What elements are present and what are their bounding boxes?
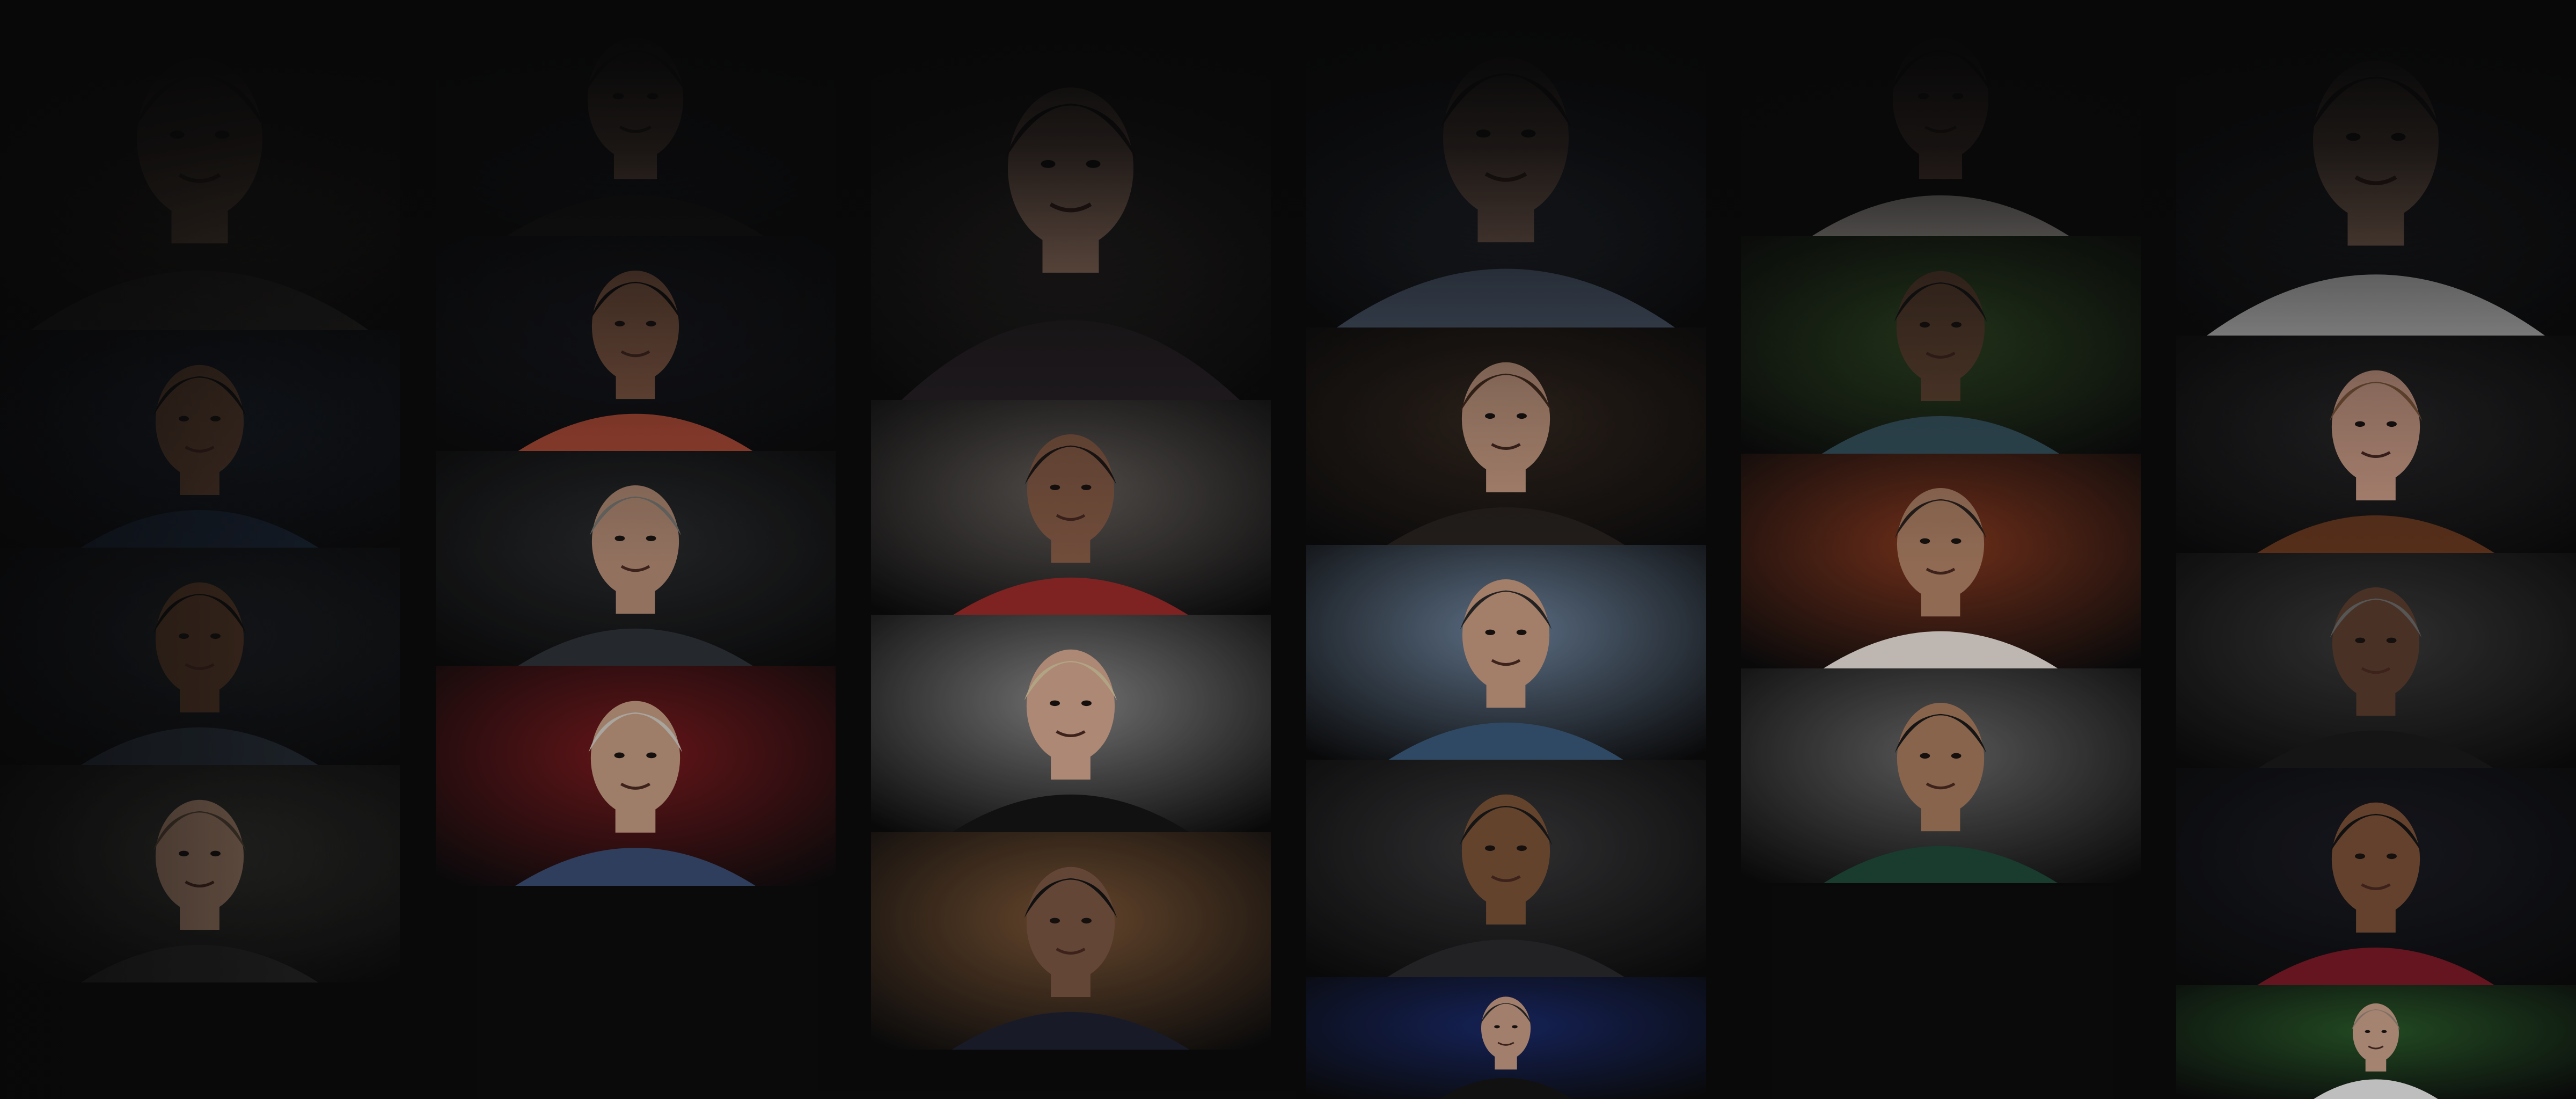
photo-column-3 [871,0,1271,1099]
instructor-tile-man-plaid-shirt [1306,0,1706,327]
instructor-tile-man-garden-trees [2176,985,2576,1099]
instructor-tile-woman-red-dress-plants [871,400,1271,615]
instructor-tile-man-mural-cane [871,832,1271,1050]
instructor-tile-ballet-dancer [1741,0,2141,236]
instructor-tile-woman-glasses-smiling [871,0,1271,400]
instructor-tile-man-mountains-camera [1306,545,1706,760]
instructor-tile-man-black-hat-mustache [1741,668,2141,883]
photo-column-2 [436,0,836,1099]
instructor-tile-man-bald-grey-beard [436,451,836,666]
instructor-tile-man-tropical-garden [1741,236,2141,454]
instructor-tile-woman-laughing-colorful [436,236,836,451]
instructor-tile-man-theater-seats [436,666,836,886]
instructor-tile-man-dj-headphones [0,548,400,765]
instructor-tile-woman-curly-hair [0,0,400,330]
instructor-tile-dj-stage-lights [1306,977,1706,1099]
instructor-tile-man-bicycle [2176,0,2576,336]
instructor-tile-man-beard-closeup [436,0,836,236]
instructor-tile-man-warm-background [1741,454,2141,668]
instructor-tile-man-glasses [0,765,400,982]
photo-column-4 [1306,0,1706,1099]
instructor-tile-man-suit-smiling [0,330,400,548]
instructor-tile-woman-bob-sunglasses [2176,336,2576,553]
instructor-tile-man-flat-cap [2176,553,2576,768]
photo-column-5 [1741,0,2141,1099]
instructor-tile-woman-athlete [2176,768,2576,985]
photo-column-6 [2176,0,2576,1099]
instructor-tile-woman-brunette-smiling [1306,327,1706,545]
instructor-photo-wall [0,0,2576,1099]
instructor-tile-man-blond-black-tee [871,615,1271,832]
instructor-tile-man-bold-glasses [1306,760,1706,977]
photo-column-1 [0,0,400,1099]
